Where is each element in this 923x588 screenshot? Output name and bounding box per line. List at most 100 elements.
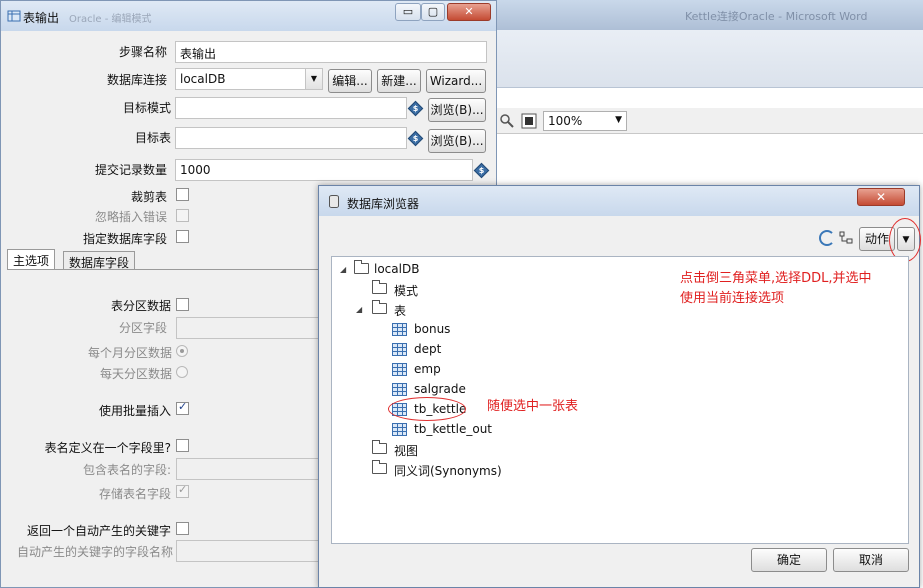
annotation-menu-instruction: 点击倒三角菜单,选择DDL,并选中 使用当前连接选项 (680, 269, 908, 309)
folder-icon (354, 260, 369, 274)
tree-node-label: 模式 (394, 284, 419, 298)
browse-schema-button[interactable]: 浏览(B)... (428, 98, 486, 122)
partition-label: 表分区数据 (110, 299, 171, 313)
daily-partition-radio[interactable] (176, 366, 188, 378)
partition-field-label: 分区字段 (118, 321, 167, 335)
tree-node-label: salgrade (414, 382, 466, 396)
tree-node-root[interactable]: ◢ localDB (340, 260, 460, 279)
tree-node-label: localDB (374, 262, 420, 276)
refresh-icon[interactable] (819, 230, 835, 246)
check-icon: ✓ (178, 483, 188, 496)
database-browser-dialog: 数据库浏览器 ✕ 动作 ▼ ◢ localDB 模式 ◢ 表 bonus dep… (318, 185, 921, 588)
variable-icon: $ (407, 100, 424, 117)
tab-database-fields[interactable]: 数据库字段 (63, 251, 136, 270)
zoom-select[interactable]: 100% ▼ (543, 111, 627, 131)
ignore-errors-label: 忽略插入错误 (94, 210, 167, 224)
edit-connection-button[interactable]: 编辑... (328, 69, 372, 93)
step-name-label: 步骤名称 (118, 45, 167, 59)
store-table-name-label: 存储表名字段 (98, 487, 171, 501)
tree-node-label: emp (414, 362, 441, 376)
tree-node-label: bonus (414, 322, 451, 336)
variable-icon: $ (407, 130, 424, 147)
browser-title: 数据库浏览器 (347, 197, 420, 211)
chevron-down-icon: ▼ (305, 69, 322, 89)
tab-main-options[interactable]: 主选项 (7, 249, 56, 270)
target-schema-input[interactable] (175, 97, 407, 119)
target-table-label: 目标表 (134, 131, 171, 145)
database-tree: ◢ localDB 模式 ◢ 表 bonus dept emp salgrade (331, 256, 909, 544)
table-icon (392, 423, 407, 436)
return-key-checkbox[interactable] (176, 522, 189, 535)
new-connection-button[interactable]: 新建... (377, 69, 421, 93)
zoom-icon[interactable] (499, 113, 515, 129)
table-in-field-checkbox[interactable] (176, 439, 189, 452)
store-table-name-checkbox[interactable]: ✓ (176, 483, 189, 498)
cancel-button[interactable]: 取消 (833, 548, 909, 572)
daily-partition-label: 每天分区数据 (99, 367, 172, 381)
dialog-title-subtitle: Oracle - 编辑模式 (69, 14, 152, 25)
fit-page-icon[interactable] (521, 113, 537, 129)
truncate-checkbox[interactable] (176, 188, 189, 201)
tree-node-synonyms[interactable]: 同义词(Synonyms) (372, 460, 532, 479)
connection-value: localDB (180, 72, 226, 86)
table-icon (392, 343, 407, 356)
tree-node-label: tb_kettle_out (414, 422, 493, 436)
connection-select[interactable]: localDB ▼ (175, 68, 323, 90)
specify-fields-checkbox[interactable] (176, 230, 189, 243)
annotation-line: 点击倒三角菜单,选择DDL,并选中 (680, 271, 872, 286)
tree-node-table[interactable]: bonus (392, 321, 512, 339)
tree-node-label: 视图 (394, 444, 419, 458)
browser-title-bar: 数据库浏览器 ✕ (319, 186, 919, 216)
folder-icon (372, 280, 387, 294)
minimize-button[interactable]: ▭ (395, 3, 421, 21)
maximize-button[interactable]: ▢ (421, 3, 445, 21)
browse-table-button[interactable]: 浏览(B)... (428, 129, 486, 153)
connection-label: 数据库连接 (106, 73, 167, 87)
commit-size-label: 提交记录数量 (94, 163, 167, 177)
close-button[interactable]: ✕ (447, 3, 491, 21)
background-ribbon (495, 30, 923, 88)
table-output-icon (7, 10, 21, 22)
tree-node-views[interactable]: 视图 (372, 440, 452, 459)
return-key-field-input[interactable] (176, 540, 326, 562)
folder-icon (372, 460, 387, 474)
commit-size-input[interactable]: 1000 (175, 159, 473, 181)
field-contains-table-input[interactable] (176, 458, 326, 480)
monthly-partition-radio[interactable] (176, 345, 188, 357)
tree-node-table[interactable]: emp (392, 361, 512, 379)
ignore-errors-checkbox[interactable] (176, 209, 189, 222)
expand-icon[interactable]: ◢ (340, 265, 346, 274)
specify-fields-label: 指定数据库字段 (82, 232, 167, 246)
table-in-field-label: 表名定义在一个字段里? (44, 441, 171, 455)
annotation-line: 使用当前连接选项 (680, 291, 785, 306)
expand-icon[interactable]: ◢ (356, 305, 362, 314)
tree-node-label: 表 (394, 304, 407, 318)
step-name-input[interactable]: 表输出 (175, 41, 487, 63)
dialog-title-bar: 表输出 Oracle - 编辑模式 ▭ ▢ ✕ (1, 1, 496, 31)
background-title-bar: Kettle连接Oracle - Microsoft Word (495, 0, 923, 30)
monthly-partition-label: 每个月分区数据 (87, 346, 172, 360)
tree-node-table[interactable]: tb_kettle_out (392, 421, 532, 439)
expand-tree-icon[interactable] (839, 231, 853, 245)
tree-node-tables[interactable]: ◢ 表 (356, 300, 436, 319)
batch-insert-checkbox[interactable]: ✓ (176, 400, 189, 415)
tree-node-schemas[interactable]: 模式 (372, 280, 452, 299)
return-key-label: 返回一个自动产生的关键字 (26, 524, 171, 538)
field-contains-table-label: 包含表名的字段: (82, 463, 171, 477)
browser-close-button[interactable]: ✕ (857, 188, 905, 206)
folder-icon (372, 300, 387, 314)
background-window-title: Kettle连接Oracle - Microsoft Word (685, 10, 868, 23)
tree-node-table[interactable]: dept (392, 341, 512, 359)
table-icon (392, 323, 407, 336)
variable-icon: $ (473, 162, 490, 179)
zoom-value: 100% (548, 114, 583, 128)
database-icon (329, 195, 339, 208)
ok-button[interactable]: 确定 (751, 548, 827, 572)
background-toolbar: 100% ▼ (495, 108, 923, 134)
wizard-button[interactable]: Wizard... (426, 69, 486, 93)
partition-checkbox[interactable] (176, 298, 189, 311)
partition-field-input[interactable] (176, 317, 326, 339)
tree-node-label: 同义词(Synonyms) (394, 464, 502, 478)
target-table-input[interactable] (175, 127, 407, 149)
chevron-down-icon: ▼ (615, 115, 622, 125)
